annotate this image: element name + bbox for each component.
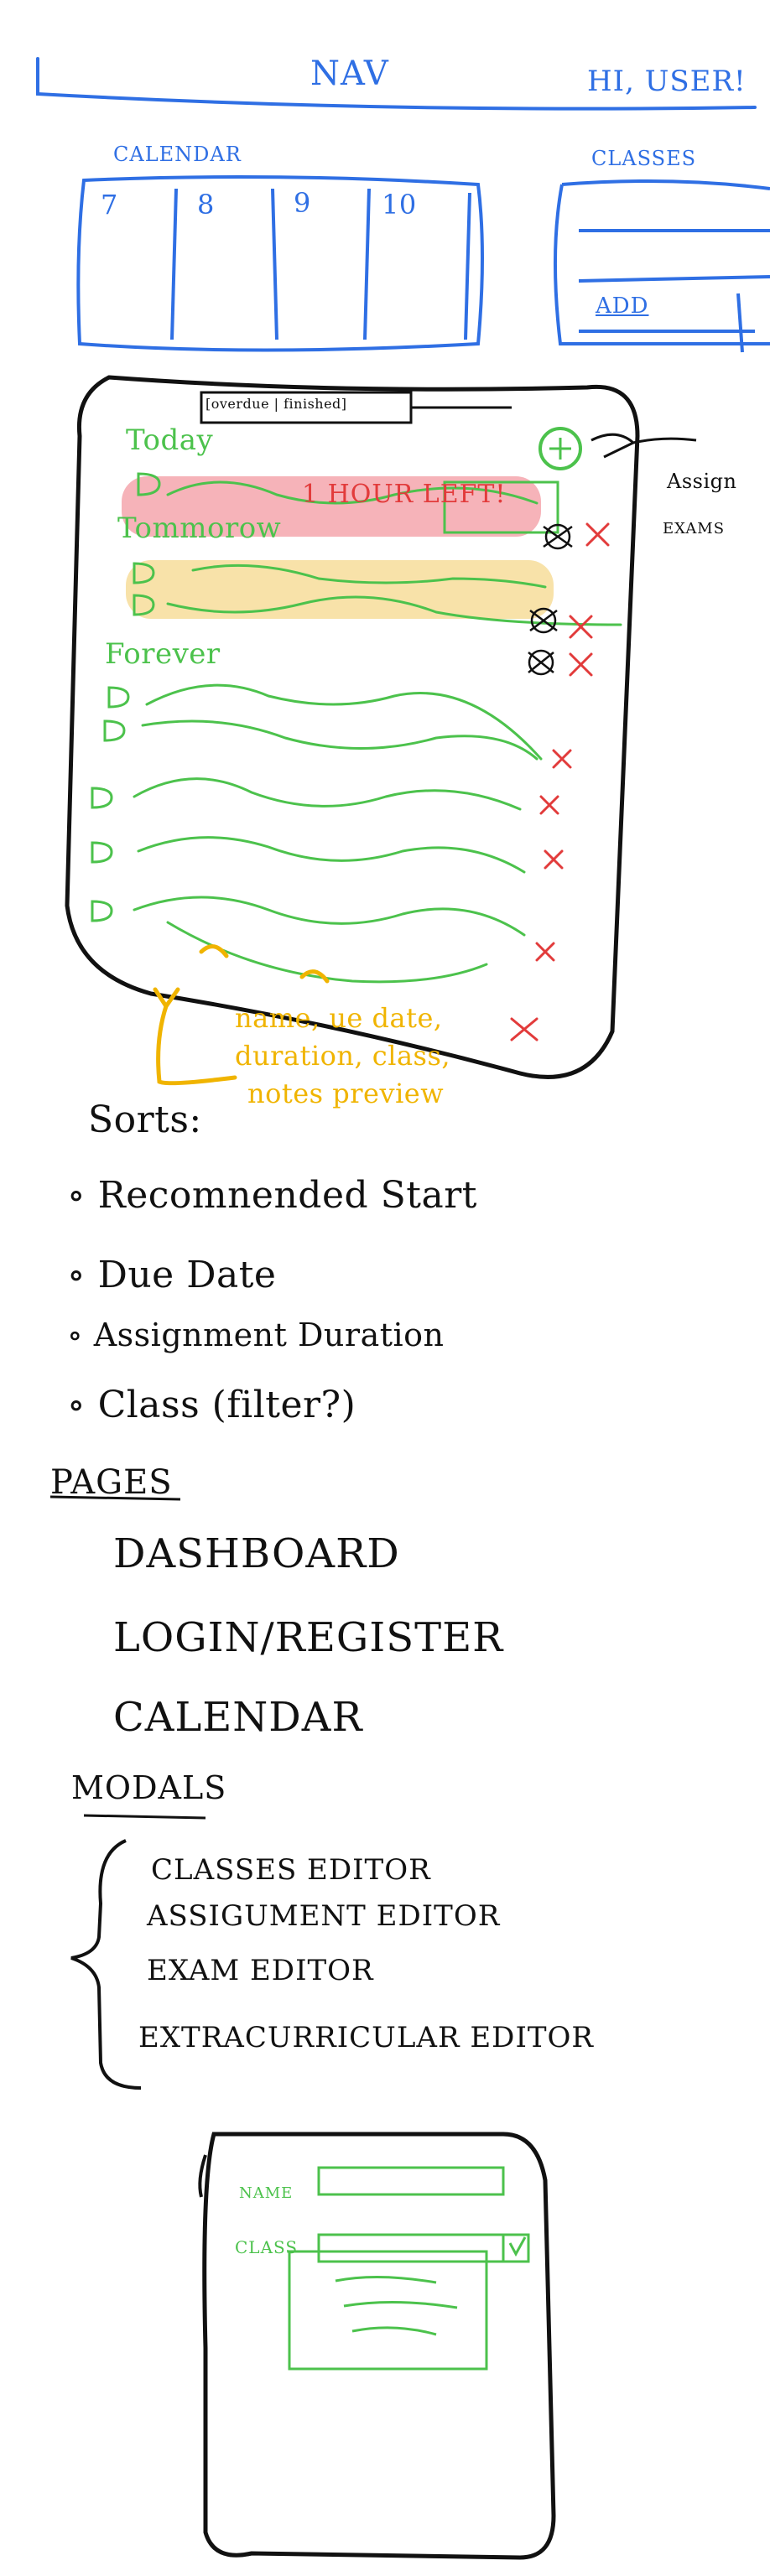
- modal-extracurricular-editor[interactable]: EXTRACURRICULAR EDITOR: [138, 2021, 594, 2054]
- sort-option-due-date[interactable]: ∘ Due Date: [67, 1254, 276, 1296]
- add-task-button[interactable]: [545, 430, 575, 467]
- add-class-button[interactable]: ADD: [596, 293, 648, 319]
- urgent-task-note: 1 HOUR LEFT!: [302, 480, 507, 509]
- class-field-label: CLASS: [235, 2237, 299, 2257]
- modal-assignment-editor[interactable]: ASSIGUMENT EDITOR: [147, 1899, 500, 1933]
- header-toggle[interactable]: [overdue | finished]: [206, 396, 347, 412]
- name-field[interactable]: [319, 2168, 503, 2194]
- class-select[interactable]: [319, 2235, 528, 2262]
- modal-exam-editor[interactable]: EXAM EDITOR: [147, 1954, 374, 1987]
- calendar-day-8[interactable]: 8: [197, 189, 215, 221]
- pages-title: PAGES: [50, 1463, 173, 1502]
- calendar-day-7[interactable]: 7: [101, 189, 118, 221]
- nav-bar: NAV HI, USER!: [25, 46, 763, 113]
- modals-title: MODALS: [71, 1769, 227, 1806]
- side-label-assign: Assign: [667, 470, 737, 493]
- modal-classes-editor[interactable]: CLASSES EDITOR: [151, 1853, 431, 1887]
- sort-option-class-filter[interactable]: ∘ Class (filter?): [67, 1384, 356, 1426]
- classes-label: CLASSES: [591, 147, 697, 170]
- sort-option-assignment-duration[interactable]: ∘ Assignment Duration: [67, 1317, 445, 1353]
- side-label-exams: Exams: [663, 520, 726, 538]
- modals-brace: [70, 1839, 142, 2090]
- page-login-register[interactable]: LOGIN/REGISTER: [113, 1614, 503, 1661]
- sort-option-recommended-start[interactable]: ∘ Recomnended Start: [67, 1174, 477, 1217]
- nav-title: NAV: [310, 55, 389, 93]
- calendar-day-10[interactable]: 10: [382, 189, 417, 221]
- page-dashboard[interactable]: DASHBOARD: [113, 1530, 400, 1577]
- section-tomorrow: Tommorow: [117, 512, 282, 545]
- name-field-label: NAME: [239, 2184, 294, 2202]
- item-fields-note-2: duration, class,: [235, 1040, 451, 1072]
- class-dropdown-list[interactable]: [289, 2264, 486, 2369]
- section-today: Today: [126, 423, 214, 457]
- user-greeting[interactable]: HI, USER!: [587, 65, 747, 98]
- section-forever: Forever: [105, 637, 221, 671]
- calendar-day-9[interactable]: 9: [294, 187, 311, 219]
- calendar-label: CALENDAR: [113, 143, 242, 166]
- item-fields-note-3: notes preview: [247, 1078, 445, 1109]
- page-calendar[interactable]: CALENDAR: [113, 1694, 363, 1741]
- sorts-title: Sorts:: [88, 1098, 202, 1141]
- item-fields-note-1: name, ue date,: [235, 1002, 443, 1034]
- classes-box: [554, 179, 770, 345]
- calendar-widget[interactable]: 7 8 9 10: [84, 180, 478, 344]
